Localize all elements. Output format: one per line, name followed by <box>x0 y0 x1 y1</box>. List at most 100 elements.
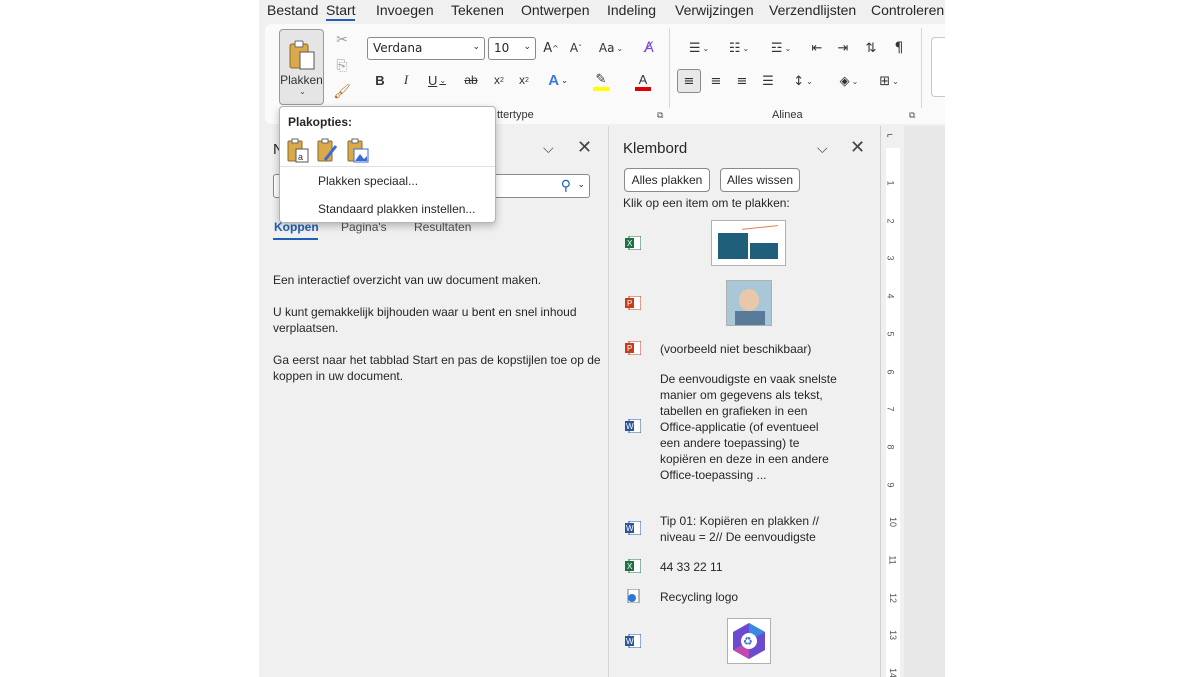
chevron-down-icon: ⌄ <box>472 42 480 52</box>
excel-icon: X <box>625 236 641 250</box>
menu-divider <box>280 166 495 167</box>
line-spacing-icon[interactable]: ↕ ⌄ <box>785 70 821 92</box>
tab-start[interactable]: Start <box>326 2 356 18</box>
active-nav-tab-indicator <box>273 238 318 240</box>
paste-special-item[interactable]: Plakken speciaal... <box>318 174 418 188</box>
increase-indent-icon[interactable]: ⇥ <box>833 38 853 58</box>
font-color-swatch <box>635 86 651 91</box>
font-size-value: 10 <box>494 41 510 55</box>
paste-button[interactable]: Plakken ⌄ <box>279 29 324 105</box>
search-icon[interactable]: ⚲ <box>561 177 571 194</box>
multilevel-list-icon[interactable]: ☲ ⌄ <box>763 38 799 58</box>
ruler-number: 3 <box>885 255 896 261</box>
format-painter-icon[interactable]: 🖌 <box>332 82 352 102</box>
close-icon[interactable]: ✕ <box>577 137 592 158</box>
svg-text:X: X <box>627 562 633 571</box>
change-case-icon[interactable]: Aa ⌄ <box>595 38 627 58</box>
pilcrow-icon[interactable]: ¶ <box>889 38 909 58</box>
ruler-number: 4 <box>885 293 896 299</box>
face-shape <box>739 289 759 311</box>
bullets-icon[interactable]: ☰ ⌄ <box>681 38 717 58</box>
tab-invoegen[interactable]: Invoegen <box>376 2 434 18</box>
pane-options-chevron-icon[interactable]: ⌵ <box>543 140 554 157</box>
borders-icon[interactable]: ⊞ ⌄ <box>871 70 907 92</box>
copy-icon[interactable]: ⎘ <box>332 56 352 76</box>
word-icon: W <box>625 419 641 433</box>
font-size-select[interactable]: 10 ⌄ <box>488 37 536 60</box>
font-color-button[interactable]: A <box>625 70 661 92</box>
ruler-number: 13 <box>888 630 899 641</box>
font-name-select[interactable]: Verdana ⌄ <box>367 37 485 60</box>
paragraph-dialog-launcher-icon[interactable]: ⧉ <box>909 110 915 121</box>
italic-icon[interactable]: I <box>398 70 414 90</box>
ruler-number: 8 <box>885 444 896 450</box>
shading-icon[interactable]: ◈ ⌄ <box>831 70 867 92</box>
highlight-swatch <box>593 86 609 91</box>
nav-help-text-1: Een interactief overzicht van uw documen… <box>273 273 542 287</box>
styles-gallery[interactable] <box>931 37 945 97</box>
svg-text:W: W <box>626 637 634 646</box>
tab-controleren[interactable]: Controleren <box>871 2 944 18</box>
bold-icon[interactable]: B <box>372 70 388 90</box>
tab-verzendlijsten[interactable]: Verzendlijsten <box>769 2 856 18</box>
word-window: Bestand Start Invoegen Tekenen Ontwerpen… <box>259 0 945 677</box>
font-dialog-launcher-icon[interactable]: ⧉ <box>657 110 663 121</box>
merge-formatting-icon[interactable] <box>316 138 340 164</box>
underline-icon[interactable]: U ⌄ <box>422 70 452 90</box>
cut-icon[interactable]: ✂ <box>332 30 352 50</box>
tab-indeling[interactable]: Indeling <box>607 2 656 18</box>
clipboard-hint: Klik op een item om te plakken: <box>623 196 790 210</box>
recycling-icon: ♻ <box>733 623 765 659</box>
svg-text:W: W <box>626 422 634 431</box>
chevron-down-icon: ⌄ <box>523 42 531 52</box>
numbering-icon[interactable]: ☷ ⌄ <box>721 38 757 58</box>
cartoon-image-thumbnail <box>726 280 772 326</box>
tab-stop-icon[interactable]: ⌐ <box>887 130 893 141</box>
pane-options-chevron-icon[interactable]: ⌵ <box>817 140 828 157</box>
clipboard-item-text: (voorbeeld niet beschikbaar) <box>660 342 812 356</box>
ruler-number: 11 <box>887 555 898 565</box>
set-default-paste-item[interactable]: Standaard plakken instellen... <box>318 202 475 216</box>
tab-tekenen[interactable]: Tekenen <box>451 2 504 18</box>
text-effects-icon[interactable]: A ⌄ <box>543 70 573 90</box>
chart-line <box>742 225 778 230</box>
paste-label: Plakken <box>280 72 323 87</box>
superscript-icon[interactable]: x2 <box>515 70 533 90</box>
align-center-icon[interactable]: ≡ <box>705 70 727 92</box>
svg-text:P: P <box>627 344 632 353</box>
svg-text:♻: ♻ <box>743 635 753 648</box>
shrink-font-icon[interactable]: Aˇ <box>566 38 586 58</box>
powerpoint-icon: P <box>625 341 641 355</box>
highlight-color-button[interactable]: ✎ <box>583 70 619 92</box>
recycling-logo-thumbnail: ♻ <box>727 618 771 664</box>
clear-all-button[interactable]: Alles wissen <box>720 168 800 192</box>
align-left-icon[interactable]: ≡ <box>677 69 701 93</box>
align-right-icon[interactable]: ≡ <box>731 70 753 92</box>
ribbon-tabs: Bestand Start Invoegen Tekenen Ontwerpen… <box>259 0 945 24</box>
group-divider <box>669 28 670 108</box>
decrease-indent-icon[interactable]: ⇤ <box>807 38 827 58</box>
ruler-number: 5 <box>885 331 896 337</box>
clear-formatting-icon[interactable]: A̸ <box>639 38 659 58</box>
keep-source-formatting-icon[interactable]: a <box>286 138 310 164</box>
tab-verwijzingen[interactable]: Verwijzingen <box>675 2 754 18</box>
strikethrough-icon[interactable]: ab <box>462 70 480 90</box>
close-icon[interactable]: ✕ <box>850 137 865 158</box>
ruler-number: 2 <box>885 218 896 224</box>
paste-options-title: Plakopties: <box>288 115 353 129</box>
web-page-icon <box>627 589 640 603</box>
paste-as-picture-icon[interactable] <box>346 138 370 164</box>
tab-ontwerpen[interactable]: Ontwerpen <box>521 2 589 18</box>
ruler-number: 1 <box>885 180 896 186</box>
tab-bestand[interactable]: Bestand <box>267 2 318 18</box>
subscript-icon[interactable]: x2 <box>490 70 508 90</box>
chevron-down-icon[interactable]: ⌄ <box>577 179 585 190</box>
ruler-number: 12 <box>888 592 899 603</box>
body-shape <box>735 311 765 325</box>
justify-icon[interactable]: ☰ <box>757 70 779 92</box>
document-canvas[interactable] <box>904 126 945 677</box>
grow-font-icon[interactable]: A ^ <box>541 38 561 58</box>
sort-icon[interactable]: ⇅ <box>861 38 881 58</box>
chart-thumbnail <box>711 220 786 266</box>
paste-all-button[interactable]: Alles plakken <box>624 168 710 192</box>
